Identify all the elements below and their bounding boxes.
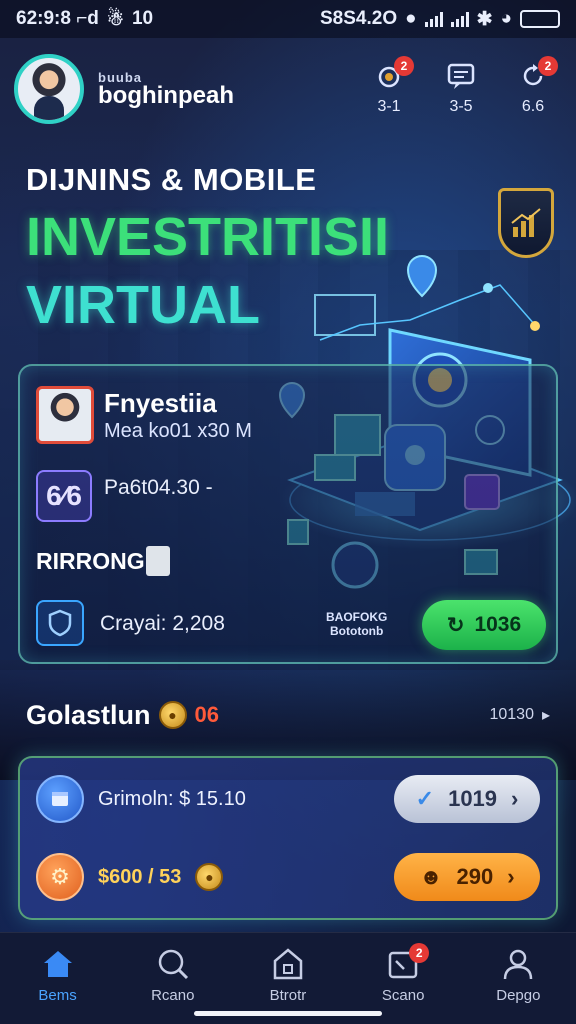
panel-row-button[interactable]: ☻ 290 › xyxy=(394,853,540,901)
signal-icon-2 xyxy=(450,11,469,27)
chevron-right-icon: › xyxy=(511,786,519,811)
status-right: S8S4.2O ● ✱ ◕ xyxy=(320,8,560,31)
check-icon: ✓ xyxy=(415,786,435,811)
section-title: Golastlun xyxy=(26,699,151,730)
panel-row-button-label: 1019 xyxy=(448,786,498,811)
chat-icon xyxy=(446,62,476,92)
bluetooth-icon: ✱ xyxy=(476,8,493,30)
refresh-icon: ↻ xyxy=(446,613,465,637)
nav-item-label: Scano xyxy=(381,987,425,1004)
see-all-link[interactable]: 10130 ▸ xyxy=(489,705,550,725)
nav-item-home[interactable]: Bems xyxy=(8,947,108,1004)
panel-row-left: Grimoln: $ 15.10 xyxy=(36,775,246,823)
header-actions: 3-1 2 3-5 6.6 2 xyxy=(368,56,562,116)
header-action-label: 6.6 xyxy=(521,98,545,115)
status-right-text: S8S4.2O xyxy=(320,8,398,29)
panel-row: ⚙ $600 / 53 ● ☻ 290 › xyxy=(36,848,540,906)
wifi-icon: ◕ xyxy=(500,8,512,29)
nav-item-label: Rcano xyxy=(151,987,195,1004)
battery-icon xyxy=(520,10,560,28)
section-header: Golastlun ● 06 10130 ▸ xyxy=(26,698,550,732)
panel-row: Grimoln: $ 15.10 ✓ 1019 › xyxy=(36,770,540,828)
status-time: 62:9:8 ⌐d xyxy=(16,8,99,29)
nav-item-store[interactable]: Btrotr xyxy=(238,947,338,1004)
tag-icon xyxy=(146,546,170,576)
hero-subtitle: DIJNINS & MOBILE xyxy=(26,162,317,197)
chevron-right-icon: ▸ xyxy=(541,707,550,724)
notification-badge: 2 xyxy=(538,56,558,76)
profile-block[interactable]: buuba boghinpeah xyxy=(14,54,234,124)
avatar[interactable] xyxy=(14,54,84,124)
notification-badge: 2 xyxy=(394,56,414,76)
nav-item-label: Btrotr xyxy=(269,987,307,1004)
nav-item-label: Depgo xyxy=(496,987,541,1004)
panel-row-text: Grimoln: $ 15.10 xyxy=(98,787,246,810)
header-action-refresh[interactable]: 6.6 2 xyxy=(512,56,558,116)
crayal-value: Crayai: 2,208 xyxy=(100,612,225,635)
nfc-icon: ● xyxy=(405,8,417,29)
store-icon xyxy=(271,947,305,981)
nav-item-scan[interactable]: Scano 2 xyxy=(353,943,453,1004)
coin-icon: ● xyxy=(158,701,187,729)
invest-button-label: 1036 xyxy=(474,613,522,636)
card-label: RIRRONG xyxy=(36,548,145,574)
status-bar: 62:9:8 ⌐d ☃ 10 S8S4.2O ● ✱ ◕ xyxy=(0,0,576,38)
header-action-chat[interactable]: 3-5 xyxy=(440,62,482,116)
panel-row-button[interactable]: ✓ 1019 › xyxy=(394,775,540,823)
number-text: Pa6t04.30 - xyxy=(104,476,213,499)
section-chip: 06 xyxy=(194,702,219,727)
chevron-right-icon: › xyxy=(507,864,515,889)
hero-title-line2: VIRTUAL xyxy=(26,275,260,335)
status-extra: 10 xyxy=(131,8,154,29)
invest-button[interactable]: ↻ 1036 xyxy=(422,600,546,650)
card-title: Fnyestiia xyxy=(104,388,217,418)
section-title-group: Golastlun ● 06 xyxy=(26,700,219,731)
card-subtitle: Mea ko01 x30 M xyxy=(104,420,252,442)
brand: buuba boghinpeah xyxy=(98,71,234,108)
coin-icon: ● xyxy=(195,863,224,891)
user-icon xyxy=(501,947,535,981)
see-all-label: 10130 xyxy=(489,706,534,723)
bottom-nav: Bems Rcano Btrotr Scano 2 Depgo xyxy=(0,932,576,1024)
bao-line1: BAOFOKG xyxy=(326,610,388,624)
header-action-label: 3-5 xyxy=(449,98,473,115)
nav-item-search[interactable]: Rcano xyxy=(123,947,223,1004)
investment-card: Fnyestiia Mea ko01 x30 M 6⁄6 Pa6t04.30 -… xyxy=(18,364,558,664)
header-action-eye[interactable]: 3-1 2 xyxy=(368,56,414,116)
panel-row-left: ⚙ $600 / 53 ● xyxy=(36,853,224,901)
notification-badge: 2 xyxy=(409,943,430,963)
status-left: 62:9:8 ⌐d ☃ 10 xyxy=(16,8,153,31)
nav-item-profile[interactable]: Depgo xyxy=(468,947,568,1004)
home-indicator[interactable] xyxy=(194,1011,382,1016)
wallet-icon xyxy=(36,775,84,823)
notification-icon: ☃ xyxy=(106,8,124,30)
panel-row-button-label: 290 xyxy=(456,864,494,889)
bao-label: BAOFOKG Bototonb xyxy=(326,610,387,638)
nav-item-label: Bems xyxy=(38,987,77,1004)
rewards-panel: Grimoln: $ 15.10 ✓ 1019 › ⚙ $600 / 53 ● … xyxy=(18,756,558,920)
smile-icon: ☻ xyxy=(419,864,443,889)
home-icon xyxy=(40,947,76,981)
search-icon xyxy=(156,947,190,981)
gear-icon: ⚙ xyxy=(36,853,84,901)
app-header: buuba boghinpeah 3-1 2 3-5 6.6 2 xyxy=(14,46,562,132)
number-box: 6⁄6 xyxy=(36,470,92,522)
signal-icon xyxy=(424,11,443,27)
panel-row-text: $600 / 53 xyxy=(98,865,182,888)
investor-photo xyxy=(36,386,94,444)
bao-line2: Bototonb xyxy=(330,624,384,638)
header-action-label: 3-1 xyxy=(377,98,401,115)
brand-name: boghinpeah xyxy=(98,81,234,109)
shield-icon[interactable] xyxy=(36,600,84,646)
